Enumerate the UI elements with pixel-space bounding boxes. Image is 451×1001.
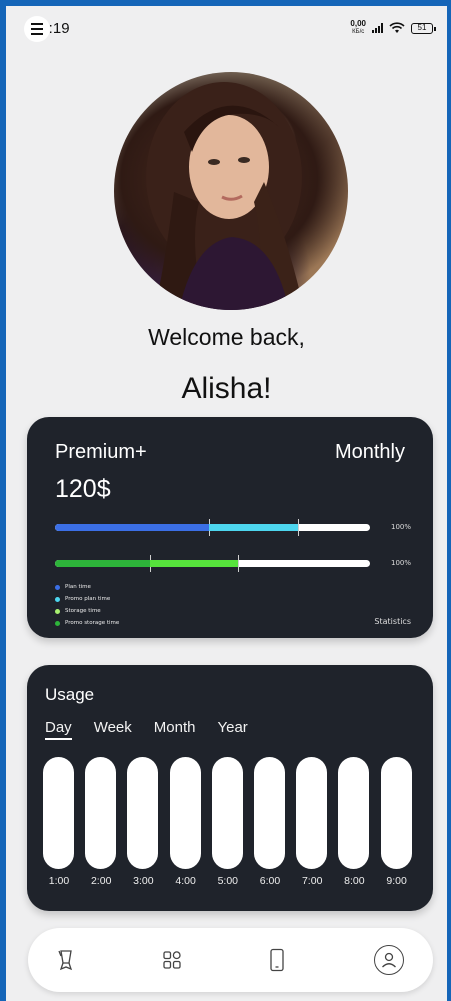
signal-icon (372, 23, 383, 33)
battery-icon: 51 (411, 22, 436, 34)
storage-time-bar (55, 555, 370, 572)
usage-hour-label: 7:00 (301, 875, 323, 887)
usage-tabs: Day Week Month Year (45, 719, 248, 740)
usage-hour-label: 2:00 (90, 875, 112, 887)
bar-segment (149, 560, 238, 567)
award-icon (58, 950, 73, 971)
legend-item: Storage time (55, 605, 119, 617)
nav-grid-button[interactable] (156, 944, 188, 976)
usage-hour-label: 9:00 (386, 875, 407, 887)
status-bar: 20:19 0,00 КБ/с 51 (6, 6, 447, 46)
usage-hour-label: 5:00 (217, 875, 239, 887)
tab-year[interactable]: Year (217, 719, 247, 740)
tab-day[interactable]: Day (45, 719, 72, 740)
legend-dot (55, 620, 60, 626)
nav-award-button[interactable] (50, 944, 82, 976)
nav-profile-button[interactable] (374, 945, 404, 975)
plan-price: 120$ (55, 475, 111, 503)
bar-segment (55, 524, 210, 531)
usage-bar[interactable] (211, 757, 243, 869)
usage-bars (43, 757, 418, 869)
menu-button[interactable] (24, 16, 50, 42)
storage-time-percent: 100% (390, 559, 411, 567)
nav-device-button[interactable] (261, 944, 293, 976)
usage-hour-label: 1:00 (48, 875, 70, 887)
usage-hour-label: 8:00 (344, 875, 365, 887)
bar-marker (237, 555, 239, 572)
avatar[interactable] (114, 72, 348, 310)
grid-icon (163, 951, 181, 969)
menu-icon (31, 23, 43, 25)
plan-name: Premium+ (55, 441, 147, 463)
legend-item: Promo storage time (55, 617, 119, 629)
tab-week[interactable]: Week (94, 719, 132, 740)
legend-dot (55, 584, 60, 590)
usage-hour-labels: 1:00 2:00 3:00 4:00 5:00 6:00 7:00 8:00 9:00 (43, 875, 418, 889)
plan-legend: Plan time Promo plan time Storage time P… (55, 581, 119, 629)
legend-dot (55, 608, 60, 614)
tab-month[interactable]: Month (154, 719, 196, 740)
plan-time-bar (55, 519, 370, 536)
usage-hour-label: 3:00 (133, 875, 154, 887)
usage-bar[interactable] (254, 757, 285, 869)
usage-bar[interactable] (338, 757, 370, 869)
usage-hour-label: 6:00 (259, 875, 281, 887)
usage-bar[interactable] (380, 757, 412, 869)
profile-icon (382, 952, 396, 968)
usage-card: Usage Day Week Month Year 1:00 2:00 3:00 4:… (27, 665, 433, 911)
usage-bar[interactable] (296, 757, 328, 869)
bottom-nav (28, 928, 433, 992)
status-indicators: 0,00 КБ/с 51 (350, 19, 436, 36)
usage-bar[interactable] (43, 757, 74, 869)
legend-item: Plan time (55, 581, 119, 593)
statistics-link[interactable]: Statistics (374, 617, 411, 626)
usage-hour-label: 4:00 (175, 875, 196, 887)
bar-segment (209, 524, 298, 531)
plan-card[interactable]: Premium+ Monthly 120$ 100% 100% Plan tim… (27, 417, 433, 638)
net-speed: 0,00 КБ/с (350, 19, 366, 36)
legend-item: Promo plan time (55, 593, 119, 605)
wifi-icon (389, 22, 405, 33)
usage-bar[interactable] (169, 757, 201, 869)
avatar-photo (146, 82, 304, 310)
phone-icon (270, 948, 284, 972)
plan-time-percent: 100% (390, 523, 411, 531)
welcome-text: Welcome back, (148, 324, 305, 350)
legend-dot (55, 596, 60, 602)
usage-title: Usage (45, 685, 95, 704)
usage-bar[interactable] (85, 757, 117, 869)
user-name: Alisha! (181, 372, 272, 405)
app-screen: 20:19 0,00 КБ/с 51 Welcome back, Alisha!… (6, 6, 447, 1001)
usage-bar[interactable] (127, 757, 159, 869)
bar-segment (55, 560, 150, 567)
bar-marker (297, 519, 299, 536)
plan-period[interactable]: Monthly (335, 441, 405, 464)
